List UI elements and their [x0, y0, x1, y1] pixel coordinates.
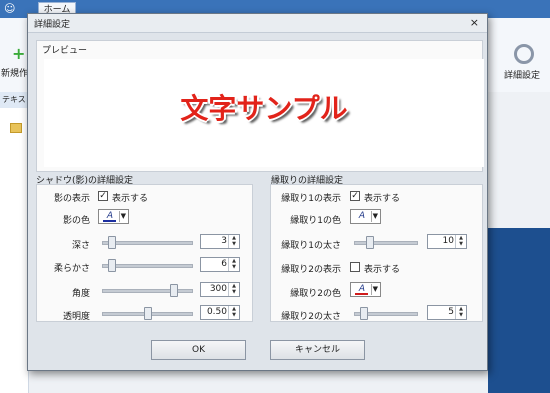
outline1-color-label: 縁取り1の色	[290, 216, 341, 226]
spinner-icon[interactable]: ▲ ▼	[455, 235, 466, 248]
chevron-down-icon: ▼	[372, 212, 378, 220]
outline1-color-picker[interactable]: A ▼	[350, 209, 381, 224]
outline1-width-label: 縁取り1の太さ	[281, 241, 341, 251]
slider-thumb[interactable]	[143, 307, 152, 320]
shadow-color-bar	[103, 220, 116, 222]
cancel-button[interactable]: キャンセル	[270, 340, 365, 360]
outline1-show-label: 縁取り1の表示	[281, 194, 341, 204]
outline2-width-value: 5	[448, 307, 454, 317]
slider-thumb[interactable]	[107, 259, 116, 272]
detail-settings-label: 詳細設定	[504, 71, 541, 81]
spinner-icon[interactable]: ▲ ▼	[228, 258, 239, 271]
left-panel-header: テキスト・	[0, 92, 28, 108]
outline2-width-label: 縁取り2の太さ	[281, 312, 341, 322]
shadow-angle-slider[interactable]	[102, 284, 193, 297]
shadow-opacity-slider[interactable]	[102, 307, 193, 320]
slider-thumb[interactable]	[365, 236, 374, 249]
shadow-angle-label: 角度	[71, 289, 90, 299]
folder-icon[interactable]	[10, 123, 22, 133]
shadow-angle-input[interactable]: 300 ▲ ▼	[200, 282, 240, 297]
shadow-softness-slider[interactable]	[102, 259, 193, 272]
outline2-show-checkbox[interactable]	[350, 262, 360, 272]
outline2-width-slider[interactable]	[354, 307, 418, 320]
outline2-show-label: 縁取り2の表示	[281, 265, 341, 275]
slider-thumb[interactable]	[107, 236, 116, 249]
spinner-icon[interactable]: ▲ ▼	[228, 283, 239, 296]
outline2-show-text: 表示する	[364, 265, 401, 275]
preview-area: 文字サンプル	[44, 59, 484, 167]
shadow-softness-value: 6	[221, 259, 227, 269]
shadow-opacity-input[interactable]: 0.50 ▲ ▼	[200, 305, 240, 320]
chevron-down-icon: ▼	[372, 285, 378, 293]
dialog-titlebar: 詳細設定 ×	[28, 14, 487, 33]
outline2-color-picker[interactable]: A ▼	[350, 282, 381, 297]
shadow-color-picker[interactable]: A ▼	[98, 209, 129, 224]
outline1-width-value: 10	[442, 236, 454, 246]
ok-button[interactable]: OK	[151, 340, 246, 360]
shadow-softness-label: 柔らかさ	[53, 264, 90, 274]
shadow-softness-input[interactable]: 6 ▲ ▼	[200, 257, 240, 272]
app-menu-icon[interactable]: ☺	[4, 2, 20, 16]
outline1-width-slider[interactable]	[354, 236, 418, 249]
add-icon: +	[12, 44, 26, 63]
spinner-icon[interactable]: ▲ ▼	[228, 306, 239, 319]
shadow-opacity-value: 0.50	[206, 307, 227, 317]
shadow-depth-input[interactable]: 3 ▲ ▼	[200, 234, 240, 249]
sample-text: 文字サンプル	[180, 92, 348, 125]
slider-thumb[interactable]	[170, 284, 179, 297]
workspace-area	[488, 92, 550, 228]
spinner-icon[interactable]: ▲ ▼	[228, 235, 239, 248]
background-image	[488, 228, 550, 393]
outline2-width-input[interactable]: 5 ▲ ▼	[427, 305, 467, 320]
outline1-width-input[interactable]: 10 ▲ ▼	[427, 234, 467, 249]
shadow-opacity-label: 透明度	[62, 312, 90, 322]
shadow-show-checkbox[interactable]: ✓	[98, 191, 108, 201]
detail-settings-dialog: 詳細設定 × プレビュー 文字サンプル シャドウ(影)の詳細設定 影の表示 ✓ …	[27, 13, 488, 371]
new-button-label: 新規作	[1, 69, 29, 79]
shadow-depth-value: 3	[221, 236, 227, 246]
slider-thumb[interactable]	[360, 307, 369, 320]
dialog-title: 詳細設定	[34, 20, 71, 30]
left-panel	[0, 92, 29, 393]
shadow-group	[36, 184, 253, 322]
preview-label: プレビュー	[42, 46, 88, 56]
shadow-angle-value: 300	[209, 284, 227, 294]
shadow-show-label: 影の表示	[53, 194, 90, 204]
outline2-color-label: 縁取り2の色	[290, 289, 341, 299]
outline1-show-checkbox[interactable]: ✓	[350, 191, 360, 201]
outline-group	[270, 184, 483, 322]
shadow-color-label: 影の色	[62, 216, 90, 226]
shadow-depth-slider[interactable]	[102, 236, 193, 249]
shadow-show-text: 表示する	[112, 194, 149, 204]
spinner-icon[interactable]: ▲ ▼	[455, 306, 466, 319]
outline1-color-bar	[355, 220, 368, 222]
close-icon[interactable]: ×	[470, 16, 479, 29]
outline2-color-bar	[355, 293, 368, 295]
chevron-down-icon: ▼	[120, 212, 126, 220]
gear-icon	[514, 44, 534, 64]
outline1-show-text: 表示する	[364, 194, 401, 204]
shadow-depth-label: 深さ	[71, 241, 90, 251]
